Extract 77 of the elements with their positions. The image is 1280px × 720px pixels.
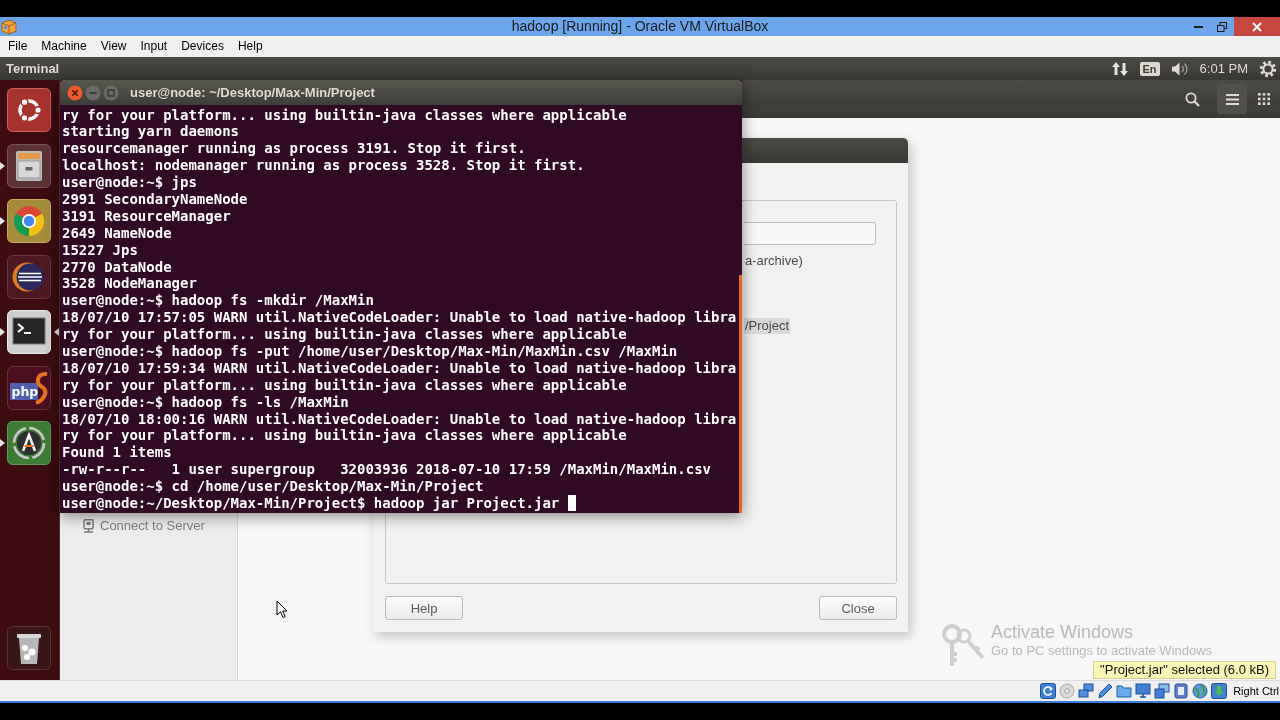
terminal-line: 2649 NameNode — [62, 224, 172, 242]
terminal-line: ry for your platform... using builtin-java classes where applicable — [62, 106, 627, 124]
terminal-line: ry for your platform... using builtin-java classes where applicable — [62, 326, 627, 343]
host-key-label: Right Ctrl — [1233, 685, 1279, 697]
menu-item[interactable]: Devices — [174, 38, 231, 55]
box-icon — [1, 18, 17, 35]
scrollbar-thumb[interactable] — [739, 275, 742, 513]
two-screens-icon[interactable] — [1078, 683, 1095, 699]
menu-icon — [1225, 93, 1239, 105]
menu-item[interactable]: Input — [133, 38, 175, 55]
folder-icon[interactable] — [1116, 683, 1133, 699]
property-value: /Project — [744, 318, 791, 334]
dialog-button[interactable]: Close — [819, 596, 897, 620]
search-icon — [1184, 91, 1200, 107]
menu-item[interactable]: Machine — [34, 38, 94, 55]
terminal-line: ry for your platform... using builtin-java classes where applicable — [62, 376, 627, 394]
close-button[interactable] — [1234, 17, 1280, 36]
computer-icon — [83, 519, 94, 533]
clock[interactable]: 6:01 PM — [1199, 61, 1248, 76]
terminal-line: starting yarn daemons — [62, 123, 239, 141]
window-title: hadoop [Running] - Oracle VM VirtualBox — [511, 18, 769, 35]
terminal-line: 3528 NodeManager — [62, 275, 197, 293]
dialog-button[interactable]: Help — [385, 596, 463, 620]
file-cabinet-icon[interactable] — [7, 143, 51, 188]
globe-icon[interactable] — [1192, 683, 1209, 699]
terminal-line: 3191 ResourceManager — [62, 207, 231, 225]
terminal-line: user@node:~$ hadoop fs -ls /MaxMin — [62, 393, 349, 411]
activation-title: Activate Windows — [991, 622, 1134, 643]
monitor-icon[interactable] — [1135, 683, 1152, 699]
terminal-line: user@node:~$ jps — [62, 174, 197, 191]
text-field[interactable] — [744, 222, 876, 245]
terminal-line: ry for your platform... using builtin-java classes where applicable — [62, 427, 627, 445]
terminal-line: user@node:~$ hadoop fs -put /home/user/Desktop/Max-Min/MaxMin.csv /MaxMin — [62, 342, 678, 360]
network-arrows-icon[interactable] — [1110, 60, 1129, 77]
terminal-line: user@node:~$ hadoop fs -mkdir /MaxMin — [62, 292, 374, 310]
close-icon[interactable] — [67, 84, 83, 101]
terminal-line: 18/07/10 17:57:05 WARN util.NativeCodeLoader: Unable to load native-hadoop libra — [62, 309, 737, 327]
terminal-line: 2770 DataNode — [62, 258, 172, 276]
sidebar-item[interactable]: Connect to Server — [100, 518, 205, 534]
terminal-line: 18/07/10 17:59:34 WARN util.NativeCodeLoader: Unable to load native-hadoop libra — [62, 359, 737, 377]
terminal-line: localhost: nodemanager running as process 3528. Stop it first. — [62, 157, 585, 175]
menu-item[interactable]: Help — [230, 38, 270, 55]
terminal-line: resourcemanager running as process 3191. Stop it first. — [62, 140, 526, 158]
pen-icon[interactable] — [1097, 683, 1114, 699]
minimize-icon — [1193, 25, 1203, 28]
menu-item[interactable]: View — [93, 38, 134, 55]
terminal-line: user@node:~$ cd /home/user/Desktop/Max-Min/Project — [62, 478, 484, 495]
terminal-line: 2991 SecondaryNameNode — [62, 190, 248, 208]
activation-message: Go to PC settings to activate Windows — [991, 643, 1213, 658]
mouse-pointer-icon — [276, 600, 288, 619]
menu-button[interactable] — [1217, 84, 1247, 114]
tooltip: "Project.jar" selected (6.0 kB) — [1093, 661, 1276, 679]
overlapping-windows-icon[interactable] — [1154, 683, 1171, 699]
php-icon[interactable]: php — [7, 365, 51, 410]
chip-icon[interactable] — [1173, 683, 1190, 699]
key-icon — [940, 622, 986, 668]
terminal-line: 18/07/10 18:00:16 WARN util.NativeCodeLoader: Unable to load native-hadoop libra — [62, 410, 737, 428]
terminal-title: user@node: ~/Desktop/Max-Min/Project — [130, 85, 375, 100]
terminal-line: user@node:~/Desktop/Max-Min/Project$ hadoop jar Project.jar — [62, 495, 560, 512]
color-ring-icon[interactable] — [7, 199, 51, 243]
refresh-arrows-icon[interactable] — [7, 421, 51, 465]
circle-logo-icon[interactable] — [7, 88, 51, 132]
settings-icon[interactable] — [1259, 59, 1277, 78]
volume-icon[interactable] — [1170, 60, 1189, 77]
terminal-line: -rw-r--r-- 1 user supergroup 32003936 2018-07-10 17:59 /MaxMin/MaxMin.csv — [62, 461, 711, 479]
property-value: a-archive) — [744, 253, 804, 269]
refresh-icon[interactable] — [1040, 683, 1057, 699]
restore-icon — [1217, 21, 1227, 32]
menu-item[interactable]: File — [1, 38, 35, 55]
trash-icon[interactable] — [7, 626, 51, 670]
terminal-line: Found 1 items — [62, 444, 172, 462]
terminal-icon[interactable] — [7, 310, 51, 354]
close-icon — [1252, 21, 1262, 32]
keyboard-layout-indicator[interactable]: En — [1139, 61, 1160, 76]
app-name: Terminal — [6, 61, 60, 76]
terminal-line: 15227 Jps — [62, 241, 138, 259]
grid-icon — [1258, 93, 1270, 105]
